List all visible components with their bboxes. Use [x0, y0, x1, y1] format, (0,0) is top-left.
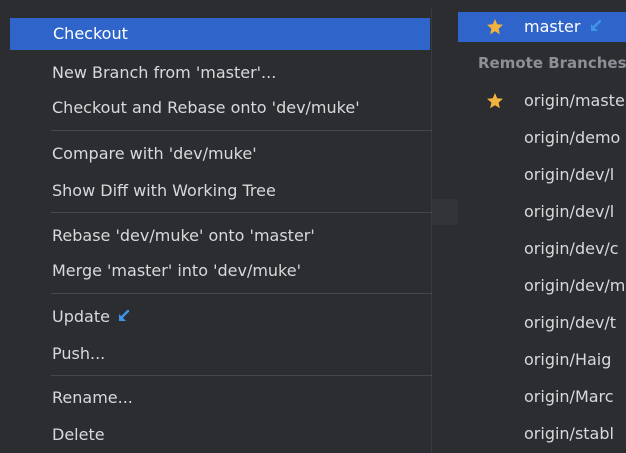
branch-name: origin/dev/t	[524, 313, 617, 332]
menu-item-label: Checkout	[53, 24, 128, 43]
branch-name: origin/demo	[524, 128, 621, 147]
branch-name: origin/dev/m	[524, 276, 626, 295]
branch-item-remote[interactable]: origin/dev/c	[458, 230, 626, 267]
remote-branches-header: Remote Branches	[478, 54, 626, 72]
panel-gap	[432, 0, 458, 453]
menu-item-label: Checkout and Rebase onto 'dev/muke'	[52, 98, 360, 117]
branch-item-remote[interactable]: origin/dev/m	[458, 267, 626, 304]
menu-item-label: Merge 'master' into 'dev/muke'	[52, 261, 301, 280]
menu-item-delete[interactable]: Delete	[9, 419, 432, 451]
branch-name: master	[524, 17, 581, 36]
menu-item-update[interactable]: Update	[9, 301, 432, 333]
branch-item-remote[interactable]: origin/dev/l	[458, 156, 626, 193]
branch-name: origin/master	[524, 91, 626, 110]
menu-item-push[interactable]: Push...	[9, 338, 432, 370]
menu-item-checkout-and-rebase[interactable]: Checkout and Rebase onto 'dev/muke'	[9, 92, 432, 124]
branch-item-remote[interactable]: origin/Haig	[458, 341, 626, 378]
menu-item-rebase[interactable]: Rebase 'dev/muke' onto 'master'	[9, 220, 432, 252]
branch-item-remote[interactable]: origin/stabl	[458, 415, 626, 452]
menu-item-new-branch[interactable]: New Branch from 'master'...	[9, 57, 432, 89]
menu-item-label: Rename...	[52, 388, 133, 407]
branch-item-remote[interactable]: origin/dev/t	[458, 304, 626, 341]
incoming-arrow-icon	[116, 303, 132, 321]
menu-item-label: Push...	[52, 344, 106, 363]
menu-item-label: New Branch from 'master'...	[52, 63, 277, 82]
menu-item-label: Delete	[52, 425, 105, 444]
branch-name: origin/dev/l	[524, 165, 615, 184]
branch-name: origin/dev/l	[524, 202, 615, 221]
favorite-star-icon	[486, 82, 506, 119]
menu-item-rename[interactable]: Rename...	[9, 382, 432, 414]
branch-item-remote[interactable]: origin/demo	[458, 119, 626, 156]
menu-item-label: Update	[52, 307, 110, 326]
menu-separator	[51, 212, 432, 213]
branch-name: origin/dev/c	[524, 239, 619, 258]
branches-popup: master Remote Branches origin/master ori…	[458, 8, 626, 453]
menu-item-label: Rebase 'dev/muke' onto 'master'	[52, 226, 315, 245]
menu-separator	[51, 293, 432, 294]
panel-gap-band	[432, 199, 458, 225]
branch-item-remote[interactable]: origin/dev/l	[458, 193, 626, 230]
menu-separator	[51, 130, 432, 131]
git-branches-window: Checkout New Branch from 'master'... Che…	[0, 0, 626, 453]
menu-item-label: Show Diff with Working Tree	[52, 181, 276, 200]
branch-name: origin/Haig	[524, 350, 612, 369]
branch-name: origin/Marc	[524, 387, 614, 406]
menu-item-merge[interactable]: Merge 'master' into 'dev/muke'	[9, 255, 432, 287]
incoming-arrow-icon	[588, 14, 604, 31]
favorite-star-icon	[486, 12, 506, 42]
branch-context-menu: Checkout New Branch from 'master'... Che…	[9, 8, 432, 453]
menu-item-compare[interactable]: Compare with 'dev/muke'	[9, 138, 432, 170]
menu-separator	[51, 375, 432, 376]
branch-item-remote[interactable]: origin/master	[458, 82, 626, 119]
menu-item-show-diff[interactable]: Show Diff with Working Tree	[9, 175, 432, 207]
menu-item-label: Compare with 'dev/muke'	[52, 144, 257, 163]
branch-item-current[interactable]: master	[458, 12, 626, 42]
branch-name: origin/stabl	[524, 424, 614, 443]
menu-item-checkout[interactable]: Checkout	[10, 18, 430, 50]
branch-item-remote[interactable]: origin/Marc	[458, 378, 626, 415]
